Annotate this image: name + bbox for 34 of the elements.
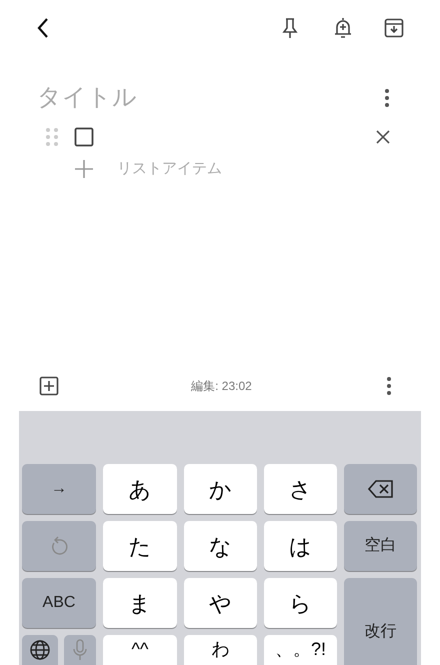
archive-icon[interactable] xyxy=(384,17,404,39)
drag-handle-icon[interactable] xyxy=(45,127,59,147)
undo-icon xyxy=(49,535,69,557)
key[interactable]: 、。?! xyxy=(264,635,337,665)
key[interactable]: ら xyxy=(264,578,337,628)
key[interactable]: ABC xyxy=(22,578,96,628)
close-icon[interactable] xyxy=(376,130,390,144)
add-box-icon[interactable] xyxy=(39,376,59,396)
bell-icon[interactable] xyxy=(333,17,353,39)
key[interactable]: な xyxy=(184,521,257,571)
edited-time: 編集: 23:02 xyxy=(191,378,252,395)
return-key[interactable]: 改行 xyxy=(344,578,417,665)
key[interactable]: → xyxy=(22,464,96,514)
key[interactable]: ^^ xyxy=(103,635,177,665)
key[interactable]: わ xyxy=(184,635,257,665)
title-field[interactable]: タイトル xyxy=(37,80,382,116)
key[interactable]: や xyxy=(184,578,257,628)
key[interactable]: た xyxy=(103,521,177,571)
microphone-icon xyxy=(73,639,87,661)
more-icon[interactable] xyxy=(384,376,394,396)
list-item-field[interactable]: リストアイテム xyxy=(117,158,440,180)
plus-icon xyxy=(74,159,94,179)
key[interactable]: さ xyxy=(264,464,337,514)
key[interactable]: あ xyxy=(103,464,177,514)
globe-icon xyxy=(29,639,51,661)
more-icon[interactable] xyxy=(382,88,392,108)
pin-icon[interactable] xyxy=(281,17,299,39)
key[interactable]: か xyxy=(184,464,257,514)
delete-icon xyxy=(368,480,394,498)
key[interactable]: は xyxy=(264,521,337,571)
key[interactable]: 空白 xyxy=(344,521,417,571)
checkbox[interactable] xyxy=(74,127,94,147)
key[interactable]: ま xyxy=(103,578,177,628)
delete-key[interactable] xyxy=(344,464,417,514)
